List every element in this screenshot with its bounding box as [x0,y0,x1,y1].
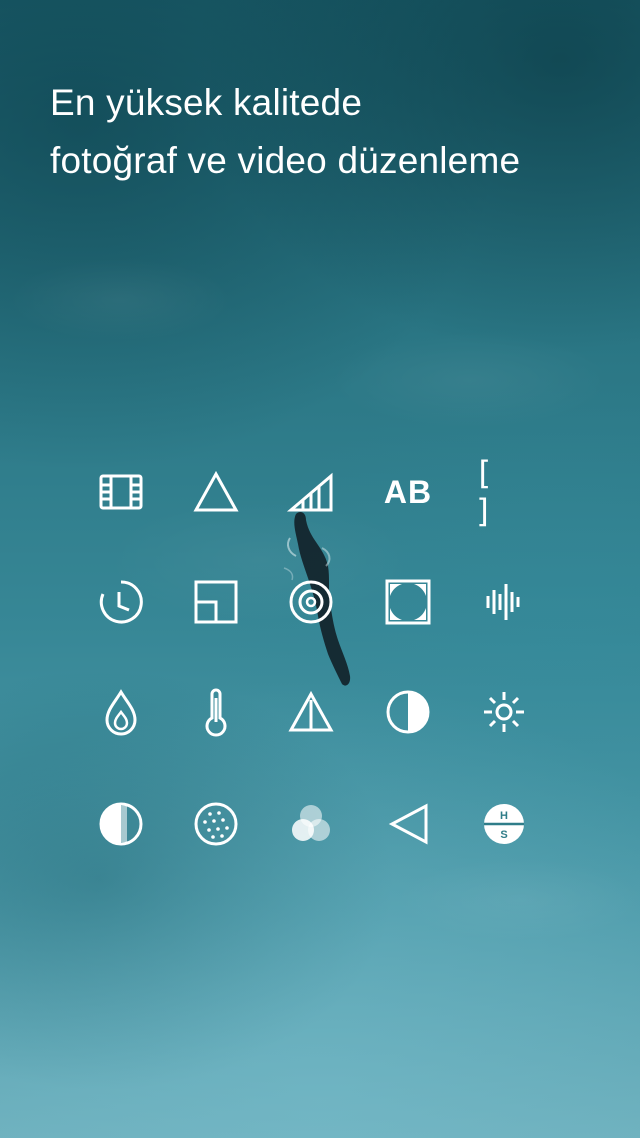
drop-icon[interactable] [93,684,149,740]
audio-waveform-icon[interactable] [476,574,532,630]
hs-icon-letter-s: S [500,829,507,841]
tint-triangle-icon[interactable] [283,684,339,740]
speed-clock-icon[interactable] [93,574,149,630]
play-back-triangle-icon[interactable] [380,796,436,852]
triangle-icon[interactable] [188,464,244,520]
fade-circle-icon[interactable] [93,796,149,852]
headline-line-1: En yüksek kalitede [50,82,363,123]
layout-frame-icon[interactable] [188,574,244,630]
color-mix-icon[interactable] [283,796,339,852]
thermometer-icon[interactable] [188,684,244,740]
grain-dots-icon[interactable] [188,796,244,852]
vignette-square-icon[interactable] [380,574,436,630]
text-ab-label: AB [383,473,433,510]
contrast-half-circle-icon[interactable] [380,684,436,740]
headline-line-2: fotoğraf ve video düzenleme [50,140,521,181]
crop-brackets-label: [ ] [474,454,496,530]
crop-brackets-icon[interactable]: [ ] [474,454,530,530]
target-circle-icon[interactable] [283,574,339,630]
headline: En yüksek kalitede fotoğraf ve video düz… [50,74,630,190]
film-strip-icon[interactable] [93,464,149,520]
hs-icon-letter-h: H [500,810,508,822]
signal-bars-icon[interactable] [283,464,339,520]
highlights-shadows-icon[interactable]: H S [476,796,532,852]
brightness-sun-icon[interactable] [476,684,532,740]
text-ab-icon[interactable]: AB [372,464,444,520]
